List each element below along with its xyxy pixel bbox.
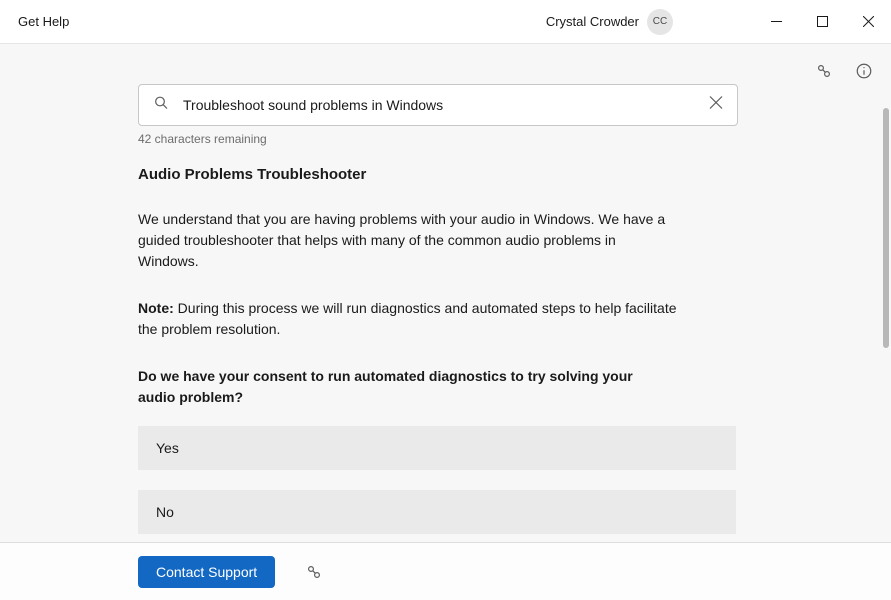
toolbar-icons (813, 60, 875, 82)
search-icon (153, 95, 169, 116)
titlebar: Get Help Crystal Crowder CC (0, 0, 891, 44)
scrollbar-thumb[interactable] (883, 108, 889, 348)
consent-question: Do we have your consent to run automated… (138, 366, 658, 408)
article-heading: Audio Problems Troubleshooter (138, 166, 738, 183)
main-content: 42 characters remaining Audio Problems T… (138, 84, 738, 534)
search-box[interactable] (138, 84, 738, 126)
user-account[interactable]: Crystal Crowder CC (546, 9, 673, 35)
article-note: Note: During this process we will run di… (138, 298, 678, 340)
search-input[interactable] (183, 97, 697, 113)
avatar: CC (647, 9, 673, 35)
info-icon[interactable] (853, 60, 875, 82)
close-button[interactable] (845, 0, 891, 44)
char-count: 42 characters remaining (138, 132, 738, 146)
maximize-button[interactable] (799, 0, 845, 44)
app-body: 42 characters remaining Audio Problems T… (0, 44, 891, 542)
note-label: Note: (138, 300, 174, 316)
feedback-icon[interactable] (813, 60, 835, 82)
article-intro: We understand that you are having proble… (138, 209, 678, 272)
article: Audio Problems Troubleshooter We underst… (138, 166, 738, 534)
clear-search-icon[interactable] (709, 96, 723, 115)
option-yes-button[interactable]: Yes (138, 426, 736, 470)
option-no-button[interactable]: No (138, 490, 736, 534)
contact-support-button[interactable]: Contact Support (138, 556, 275, 588)
scrollbar[interactable] (881, 52, 889, 534)
minimize-button[interactable] (753, 0, 799, 44)
feedback-footer-icon[interactable] (303, 561, 325, 583)
window-controls (753, 0, 891, 44)
user-name: Crystal Crowder (546, 14, 639, 29)
note-text: During this process we will run diagnost… (138, 300, 677, 337)
footer: Contact Support (0, 542, 891, 600)
app-title: Get Help (18, 14, 69, 29)
